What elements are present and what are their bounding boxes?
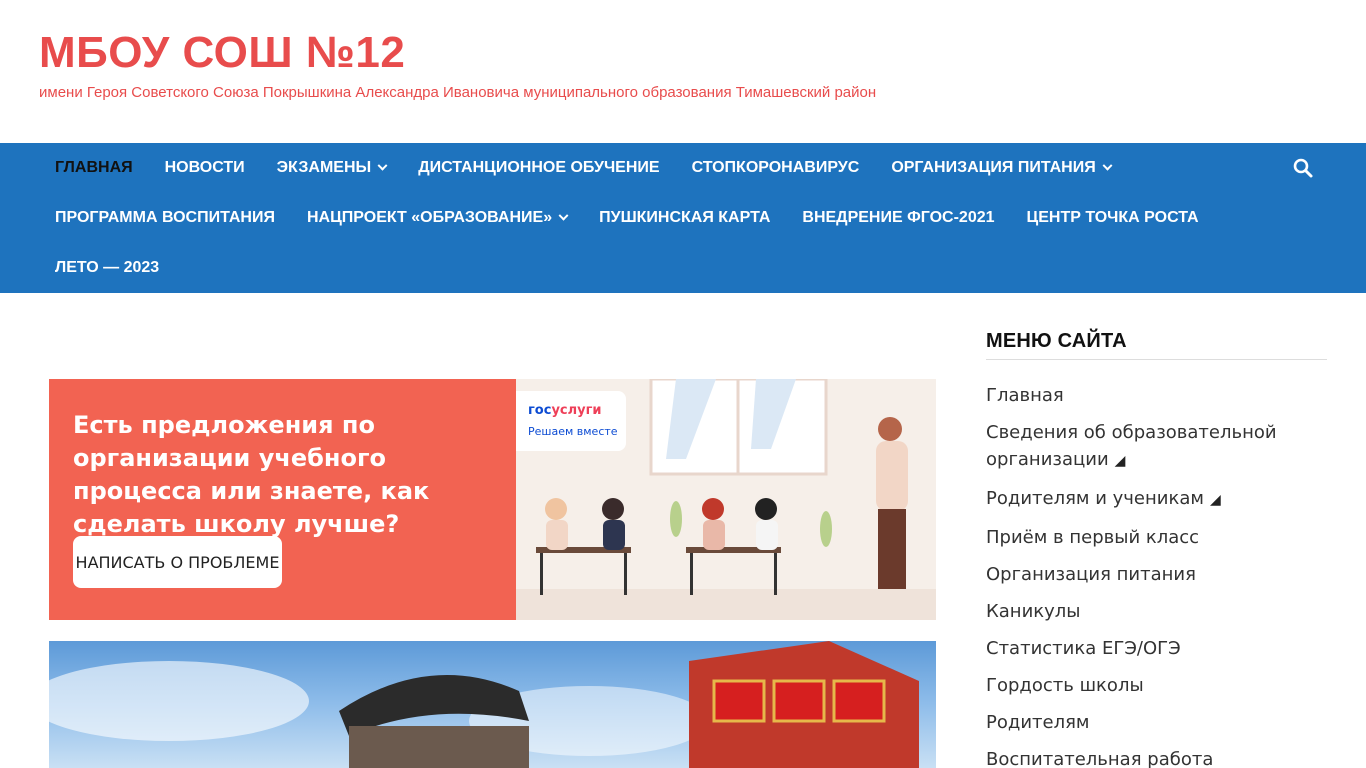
submenu-arrow-icon: ◢ (1114, 453, 1126, 469)
sidebar-item-label: Статистика ЕГЭ/ОГЭ (986, 638, 1181, 659)
chevron-down-icon (558, 210, 569, 221)
site-description: имени Героя Советского Союза Покрышкина … (39, 84, 877, 101)
sidebar-item-exam-stats[interactable]: Статистика ЕГЭ/ОГЭ (986, 635, 1327, 662)
nav-item-home[interactable]: Главная (39, 143, 149, 193)
nav-item-distance-learning[interactable]: Дистанционное обучение (402, 143, 675, 193)
nav-item-growth-point[interactable]: Центр Точка роста (1011, 193, 1215, 243)
sidebar-item-label: Сведения об образовательной организации (986, 422, 1277, 470)
nav-item-label: Главная (55, 159, 133, 176)
nav-item-exams[interactable]: Экзамены (261, 143, 403, 193)
feedback-banner: Есть предложения по организации учебного… (49, 379, 936, 620)
sidebar-item-holidays[interactable]: Каникулы (986, 598, 1327, 625)
sidebar-item-label: Родителям и ученикам (986, 488, 1204, 509)
sidebar-item-home[interactable]: Главная (986, 382, 1327, 409)
nav-item-label: Экзамены (276, 159, 372, 176)
nav-item-label: Пушкинская карта (599, 209, 771, 226)
hero-banner-image[interactable] (49, 641, 936, 768)
nav-item-national-project[interactable]: Нацпроект «Образование» (291, 193, 583, 243)
nav-item-summer-2023[interactable]: ЛЕТО — 2023 (39, 243, 175, 293)
search-icon[interactable] (1292, 157, 1314, 179)
sidebar-item-first-grade[interactable]: Приём в первый класс (986, 524, 1327, 551)
nav-item-label: Нацпроект «Образование» (306, 209, 553, 226)
nav-item-label: Программа воспитания (55, 209, 275, 226)
sidebar-item-food[interactable]: Организация питания (986, 561, 1327, 588)
nav-item-label: СТОПКОРОНАВИРУС (691, 159, 860, 176)
nav-item-news[interactable]: Новости (149, 143, 261, 193)
sidebar-item-label: Организация питания (986, 564, 1196, 585)
banner-headline: Есть предложения по организации учебного… (73, 411, 430, 538)
banner-text-panel: Есть предложения по организации учебного… (49, 379, 516, 620)
sidebar-item-label: Родителям (986, 712, 1090, 733)
nav-item-label: Организация питания (891, 159, 1096, 176)
sidebar-item-label: Гордость школы (986, 675, 1144, 696)
gosuslugi-tagline: Решаем вместе (528, 425, 618, 438)
submenu-arrow-icon: ◢ (1209, 492, 1221, 508)
nav-item-pushkin-card[interactable]: Пушкинская карта (583, 193, 786, 243)
nav-item-upbringing-program[interactable]: Программа воспитания (39, 193, 291, 243)
sidebar-item-parents-students[interactable]: Родителям и ученикам ◢ (986, 485, 1327, 514)
nav-row-3: ЛЕТО — 2023 (39, 243, 175, 293)
sidebar-item-school-pride[interactable]: Гордость школы (986, 672, 1327, 699)
nav-item-label: Внедрение ФГОС-2021 (802, 209, 995, 226)
gosuslugi-logo: госуслуги (528, 403, 602, 418)
banner-illustration: госуслуги Решаем вместе (516, 379, 936, 620)
nav-item-fgos-2021[interactable]: Внедрение ФГОС-2021 (786, 193, 1010, 243)
sidebar-item-label: Главная (986, 385, 1064, 406)
nav-item-label: Центр Точка роста (1026, 209, 1199, 226)
nav-item-label: Новости (164, 159, 245, 176)
nav-item-label: Дистанционное обучение (418, 159, 660, 176)
site-header: МБОУ СОШ №12 имени Героя Советского Союз… (0, 0, 1366, 143)
gosuslugi-badge: госуслуги Решаем вместе (516, 391, 626, 451)
site-title[interactable]: МБОУ СОШ №12 (39, 28, 405, 78)
sidebar-item-parents[interactable]: Родителям (986, 709, 1327, 736)
sidebar-menu-title: МЕНЮ САЙТА (986, 330, 1327, 360)
hero-portrait-image (49, 641, 919, 768)
chevron-down-icon (1102, 160, 1113, 171)
nav-row-2: Программа воспитания Нацпроект «Образова… (39, 193, 1215, 243)
nav-row-1: Главная Новости Экзамены Дистанционное о… (39, 143, 1127, 193)
site-menu-list: Главная Сведения об образовательной орга… (986, 382, 1327, 768)
sidebar-item-label: Воспитательная работа (986, 749, 1214, 768)
nav-item-label: ЛЕТО — 2023 (55, 259, 160, 276)
sidebar-item-label: Приём в первый класс (986, 527, 1200, 548)
sidebar-item-organization-info[interactable]: Сведения об образовательной организации ◢ (986, 419, 1327, 475)
chevron-down-icon (377, 160, 388, 171)
nav-item-stopcoronavirus[interactable]: СТОПКОРОНАВИРУС (676, 143, 876, 193)
main-navigation: Главная Новости Экзамены Дистанционное о… (0, 143, 1366, 293)
nav-item-food[interactable]: Организация питания (875, 143, 1126, 193)
sidebar-item-upbringing[interactable]: Воспитательная работа (986, 746, 1327, 768)
sidebar: МЕНЮ САЙТА Главная Сведения об образоват… (986, 330, 1327, 768)
sidebar-item-label: Каникулы (986, 601, 1081, 622)
write-problem-button[interactable]: НАПИСАТЬ О ПРОБЛЕМЕ (73, 536, 282, 588)
